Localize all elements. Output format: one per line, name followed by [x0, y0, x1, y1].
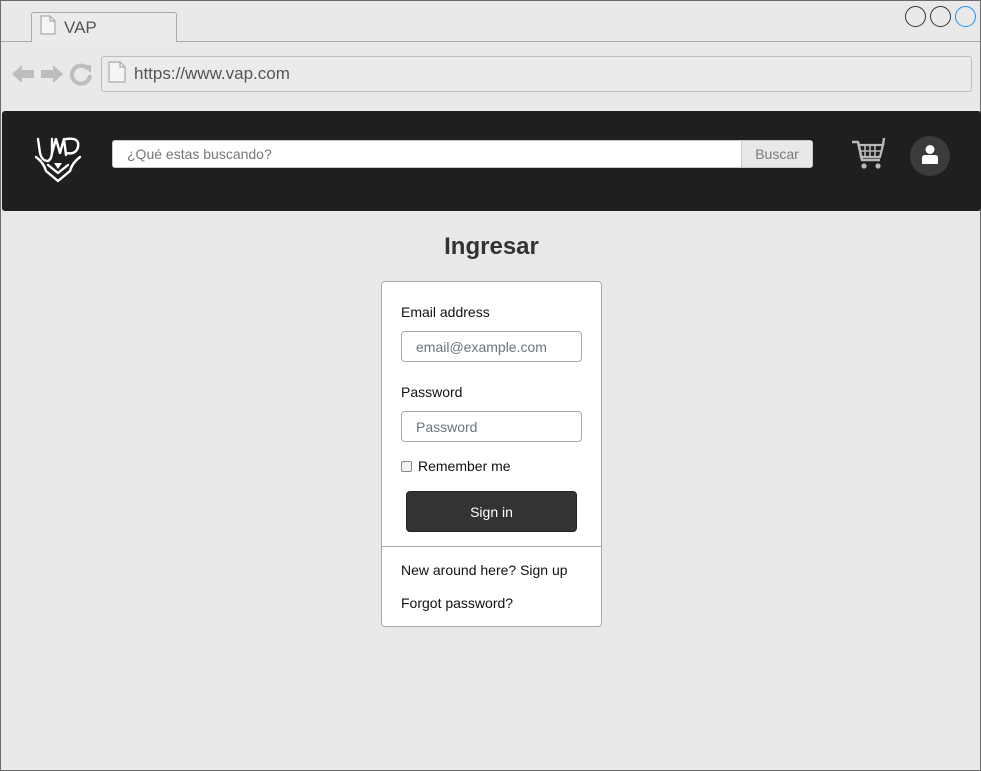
remember-me-checkbox[interactable] [401, 460, 412, 472]
navigation-controls [11, 62, 93, 91]
url-text: https://www.vap.com [134, 64, 290, 83]
signup-link[interactable]: New around here? Sign up [401, 562, 568, 578]
tab-title: VAP [64, 17, 97, 37]
sign-in-button[interactable]: Sign in [406, 491, 577, 532]
password-field[interactable] [401, 411, 582, 442]
site-header: Buscar [2, 111, 981, 211]
window-button[interactable] [905, 6, 926, 27]
reload-icon[interactable] [69, 62, 93, 91]
window-button[interactable] [930, 6, 951, 27]
window-button-active[interactable] [955, 6, 976, 27]
document-icon [108, 60, 126, 88]
email-label: Email address [401, 304, 490, 320]
browser-tab[interactable]: VAP [31, 12, 177, 42]
address-bar[interactable]: https://www.vap.com [101, 56, 972, 92]
remember-me: Remember me [401, 458, 511, 474]
login-form: Email address Password Remember me Sign … [381, 281, 602, 627]
search-bar: Buscar [112, 140, 813, 168]
user-account-button[interactable] [910, 136, 950, 176]
back-arrow-icon[interactable] [11, 62, 35, 91]
forward-arrow-icon[interactable] [40, 62, 64, 91]
search-input[interactable] [112, 140, 742, 168]
search-button[interactable]: Buscar [742, 140, 813, 168]
form-divider [382, 546, 601, 547]
vap-logo[interactable] [34, 133, 82, 185]
browser-window: VAP https://www.vap.com ¿Qué estas busca… [0, 0, 981, 771]
page-title: Ingresar [444, 233, 539, 260]
email-field[interactable] [401, 331, 582, 362]
cart-icon[interactable] [850, 136, 886, 172]
document-icon [40, 15, 56, 40]
remember-me-label: Remember me [418, 458, 511, 474]
user-icon [921, 144, 939, 169]
forgot-password-link[interactable]: Forgot password? [401, 595, 513, 611]
password-label: Password [401, 384, 463, 400]
